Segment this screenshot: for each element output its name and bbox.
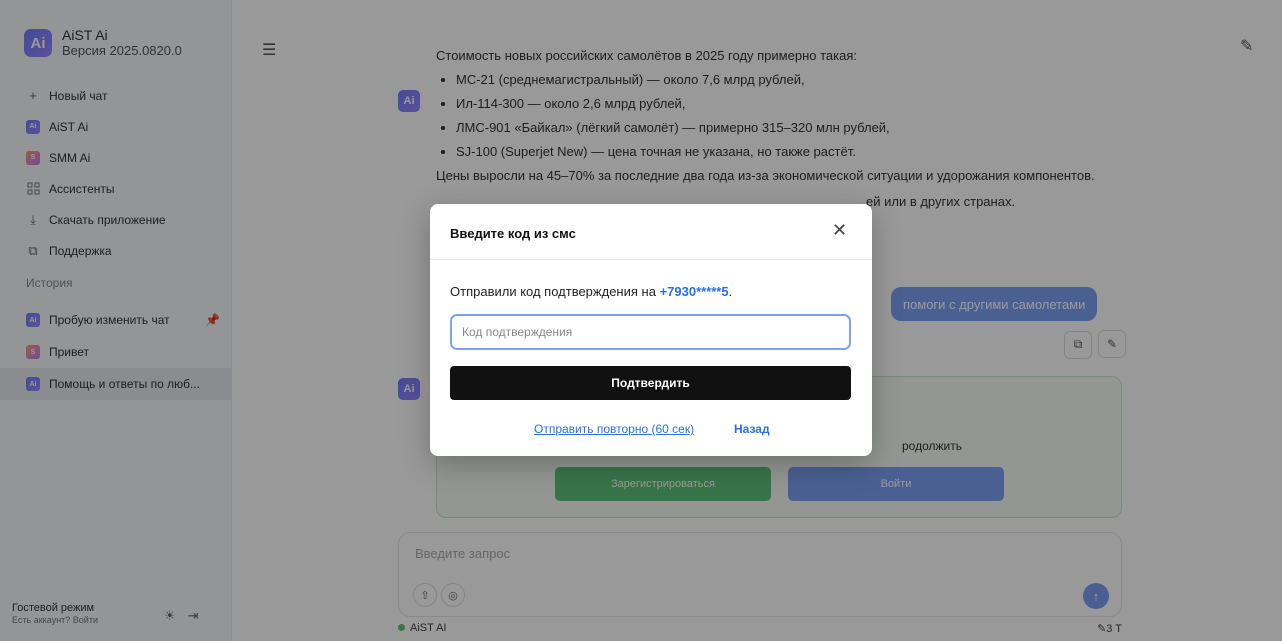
code-input[interactable] — [450, 314, 851, 350]
close-icon[interactable]: ✕ — [832, 220, 847, 241]
divider — [430, 259, 872, 260]
confirm-button[interactable]: Подтвердить — [450, 366, 851, 400]
modal-text: Отправили код подтверждения на +7930****… — [450, 284, 733, 299]
sms-code-modal: Введите код из смс ✕ Отправили код подтв… — [430, 204, 872, 456]
modal-title: Введите код из смс — [450, 226, 576, 241]
phone-number: +7930*****5 — [659, 284, 729, 299]
resend-link[interactable]: Отправить повторно (60 сек) — [534, 422, 694, 436]
back-link[interactable]: Назад — [734, 422, 770, 436]
